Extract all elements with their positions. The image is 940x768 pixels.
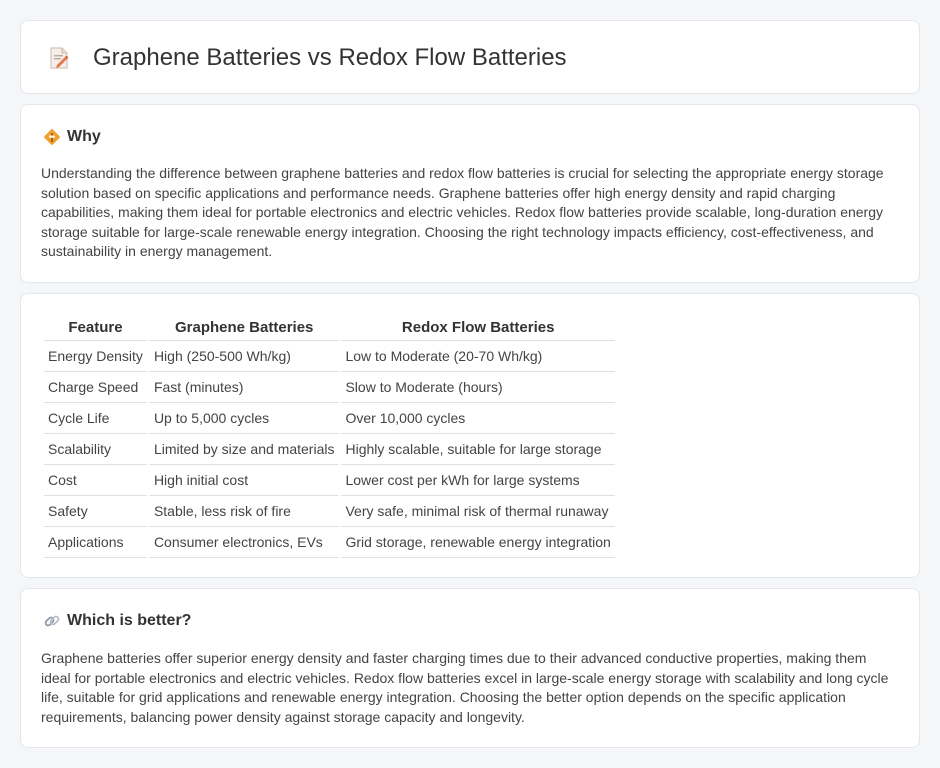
table-row: Safety Stable, less risk of fire Very sa… xyxy=(44,496,615,527)
table-cell: Up to 5,000 cycles xyxy=(149,403,339,434)
which-is-better-heading: Which is better? xyxy=(67,612,192,629)
table-cell: Low to Moderate (20-70 Wh/kg) xyxy=(341,341,615,372)
table-row: Scalability Limited by size and material… xyxy=(44,434,615,465)
table-row: Charge Speed Fast (minutes) Slow to Mode… xyxy=(44,372,615,403)
comparison-table: Feature Graphene Batteries Redox Flow Ba… xyxy=(41,315,618,558)
header-graphene: Graphene Batteries xyxy=(149,315,339,341)
table-cell: Applications xyxy=(44,527,147,558)
table-cell: Charge Speed xyxy=(44,372,147,403)
why-heading: Why xyxy=(67,128,101,145)
why-paragraph: Understanding the difference between gra… xyxy=(41,165,884,260)
why-section: Why Understanding the difference between… xyxy=(20,104,920,283)
table-cell: Highly scalable, suitable for large stor… xyxy=(341,434,615,465)
table-cell: High initial cost xyxy=(149,465,339,496)
table-row: Energy Density High (250-500 Wh/kg) Low … xyxy=(44,341,615,372)
table-cell: Lower cost per kWh for large systems xyxy=(341,465,615,496)
header-feature: Feature xyxy=(44,315,147,341)
table-cell: Consumer electronics, EVs xyxy=(149,527,339,558)
page-title: Graphene Batteries vs Redox Flow Batteri… xyxy=(93,44,567,71)
table-cell: Limited by size and materials xyxy=(149,434,339,465)
link-icon xyxy=(43,612,61,630)
table-cell: Safety xyxy=(44,496,147,527)
table-cell: Slow to Moderate (hours) xyxy=(341,372,615,403)
signpost-icon xyxy=(43,128,61,146)
table-cell: Scalability xyxy=(44,434,147,465)
table-cell: Cost xyxy=(44,465,147,496)
which-is-better-section: Which is better? Graphene batteries offe… xyxy=(20,588,920,748)
header-redox-flow: Redox Flow Batteries xyxy=(341,315,615,341)
table-cell: High (250-500 Wh/kg) xyxy=(149,341,339,372)
table-header-row: Feature Graphene Batteries Redox Flow Ba… xyxy=(44,315,615,341)
table-cell: Stable, less risk of fire xyxy=(149,496,339,527)
table-cell: Grid storage, renewable energy integrati… xyxy=(341,527,615,558)
table-cell: Very safe, minimal risk of thermal runaw… xyxy=(341,496,615,527)
document-pencil-icon xyxy=(47,46,71,70)
which-is-better-paragraph: Graphene batteries offer superior energy… xyxy=(41,650,889,725)
table-cell: Energy Density xyxy=(44,341,147,372)
table-row: Cost High initial cost Lower cost per kW… xyxy=(44,465,615,496)
table-cell: Cycle Life xyxy=(44,403,147,434)
table-row: Applications Consumer electronics, EVs G… xyxy=(44,527,615,558)
table-row: Cycle Life Up to 5,000 cycles Over 10,00… xyxy=(44,403,615,434)
table-cell: Fast (minutes) xyxy=(149,372,339,403)
comparison-card: Feature Graphene Batteries Redox Flow Ba… xyxy=(20,293,920,578)
table-cell: Over 10,000 cycles xyxy=(341,403,615,434)
title-card: Graphene Batteries vs Redox Flow Batteri… xyxy=(20,20,920,94)
